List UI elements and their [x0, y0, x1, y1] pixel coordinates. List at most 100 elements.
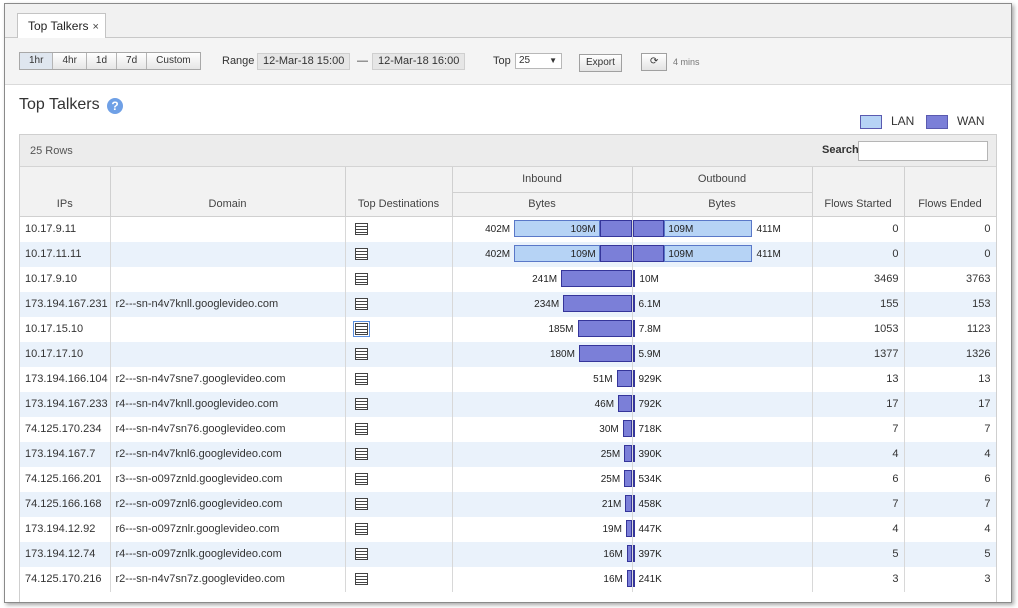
app-window: Top Talkers × 1hr 4hr 1d 7d Custom Range … — [4, 3, 1012, 603]
cell-flows-ended: 153 — [904, 291, 996, 317]
cell-top-destinations — [345, 216, 453, 242]
inbound-wan-bar — [563, 294, 631, 312]
cell-flows-started: 0 — [812, 216, 905, 242]
table-row[interactable]: 173.194.167.233 r4---sn-n4v7knll.googlevi… — [20, 391, 996, 417]
tab-top-talkers[interactable]: Top Talkers × — [17, 13, 106, 38]
cell-domain: r2---sn-o097znl6.googlevideo.com — [110, 491, 346, 517]
list-icon[interactable] — [354, 298, 368, 311]
cell-flows-ended: 17 — [904, 391, 996, 417]
export-button[interactable]: Export — [579, 54, 622, 72]
top-count-select[interactable]: 25 ▼ — [515, 53, 562, 69]
list-icon[interactable] — [354, 223, 368, 236]
cell-ip: 173.194.167.233 — [20, 391, 111, 417]
table-row[interactable]: 173.194.167.7 r2---sn-n4v7knl6.googlevide… — [20, 441, 996, 467]
refresh-button[interactable]: ⟳ — [641, 53, 668, 71]
range-button-custom[interactable]: Custom — [146, 53, 200, 69]
column-header-flows-started[interactable]: Flows Started — [812, 167, 905, 217]
range-button-7d[interactable]: 7d — [116, 53, 147, 69]
inbound-wan-bar — [626, 569, 631, 587]
table-row[interactable]: 173.194.166.104 r2---sn-n4v7sne7.googlevi… — [20, 366, 996, 392]
inbound-total-label: 402M — [485, 223, 511, 235]
table-row[interactable]: 10.17.9.11 109M 402M 109M 411M 0 0 — [20, 216, 996, 242]
list-icon[interactable] — [354, 448, 368, 461]
table-row[interactable]: 74.125.170.234 r4---sn-n4v7sn76.googlevid… — [20, 416, 996, 442]
list-icon[interactable] — [354, 548, 368, 561]
cell-ip: 10.17.11.11 — [20, 241, 111, 267]
table-row[interactable]: 10.17.11.11 109M 402M 109M 411M 0 0 — [20, 241, 996, 267]
cell-domain: r2---sn-n4v7knl6.googlevideo.com — [110, 441, 346, 467]
cell-outbound-bytes: 534K — [632, 466, 813, 492]
table-row[interactable]: 74.125.170.216 r2---sn-n4v7sn7z.googlevid… — [20, 566, 996, 592]
chevron-down-icon: ▼ — [549, 56, 557, 65]
column-header-flows-ended[interactable]: Flows Ended — [904, 167, 996, 217]
table-row[interactable]: 173.194.167.231 r2---sn-n4v7knll.googlevi… — [20, 291, 996, 317]
outbound-wan-bar — [632, 444, 635, 462]
cell-top-destinations — [345, 366, 453, 392]
table-row[interactable]: 74.125.166.201 r3---sn-o097znld.googlevid… — [20, 466, 996, 492]
cell-inbound-bytes: 185M — [452, 316, 633, 342]
search-input[interactable] — [858, 141, 988, 161]
list-icon[interactable] — [354, 373, 368, 386]
range-start-field[interactable]: 12-Mar-18 15:00 — [257, 53, 351, 70]
column-header-domain[interactable]: Domain — [110, 167, 346, 217]
legend-wan-swatch — [926, 115, 948, 129]
column-header-outbound-bytes[interactable]: Bytes — [632, 192, 813, 217]
column-header-top-destinations[interactable]: Top Destinations — [345, 167, 453, 217]
inbound-wan-bar — [624, 444, 631, 462]
inbound-wan-bar — [577, 319, 631, 337]
table-row[interactable]: 10.17.17.10 180M 5.9M 1377 1326 — [20, 341, 996, 367]
legend-lan-label: LAN — [891, 114, 915, 128]
table-row[interactable]: 74.125.166.168 r2---sn-o097znl6.googlevid… — [20, 491, 996, 517]
inbound-total-label: 25M — [600, 448, 621, 460]
inbound-wan-bar — [561, 269, 631, 287]
inbound-total-label: 46M — [594, 398, 615, 410]
outbound-total-label: 534K — [638, 473, 662, 485]
cell-domain: r2---sn-n4v7sne7.googlevideo.com — [110, 366, 346, 392]
list-icon[interactable] — [354, 248, 368, 261]
list-icon[interactable] — [354, 498, 368, 511]
cell-flows-ended: 4 — [904, 516, 996, 542]
cell-inbound-bytes: 46M — [452, 391, 633, 417]
cell-outbound-bytes: 6.1M — [632, 291, 813, 317]
cell-domain — [110, 341, 346, 367]
panel-header: 25 Rows Search — [20, 135, 996, 167]
outbound-total-label: 241K — [638, 573, 662, 585]
range-separator: — — [357, 55, 368, 67]
list-icon[interactable] — [354, 473, 368, 486]
table-row[interactable]: 173.194.12.74 r4---sn-o097znlk.googlevide… — [20, 541, 996, 567]
range-end-field[interactable]: 12-Mar-18 16:00 — [372, 53, 466, 70]
table-row[interactable]: 173.194.12.92 r6---sn-o097znlr.googlevide… — [20, 516, 996, 542]
cell-domain: r2---sn-n4v7sn7z.googlevideo.com — [110, 566, 346, 592]
outbound-wan-bar — [632, 344, 635, 362]
list-icon[interactable] — [354, 348, 368, 361]
column-header-ips[interactable]: IPs — [20, 167, 111, 217]
range-button-4hr[interactable]: 4hr — [52, 53, 86, 69]
list-icon[interactable] — [354, 573, 368, 586]
table-row[interactable]: 10.17.9.10 241M 10M 3469 3763 — [20, 266, 996, 292]
cell-domain — [110, 266, 346, 292]
page-title: Top Talkers — [19, 96, 100, 113]
outbound-total-label: 447K — [638, 523, 662, 535]
list-icon[interactable] — [354, 423, 368, 436]
range-button-1hr[interactable]: 1hr — [20, 53, 53, 69]
close-icon[interactable]: × — [92, 21, 98, 33]
inbound-wan-bar — [622, 419, 631, 437]
cell-outbound-bytes: 397K — [632, 541, 813, 567]
list-icon[interactable] — [354, 273, 368, 286]
outbound-wan-bar — [632, 269, 636, 287]
inbound-wan-bar — [625, 494, 631, 512]
cell-outbound-bytes: 10M — [632, 266, 813, 292]
range-button-1d[interactable]: 1d — [85, 53, 117, 69]
column-header-inbound-bytes[interactable]: Bytes — [452, 192, 633, 217]
list-icon[interactable] — [354, 523, 368, 536]
list-icon[interactable] — [352, 321, 370, 338]
inbound-wan-bar — [599, 219, 631, 237]
toolbar: 1hr 4hr 1d 7d Custom Range 12-Mar-18 15:… — [5, 38, 1011, 85]
cell-flows-started: 155 — [812, 291, 905, 317]
list-icon[interactable] — [354, 398, 368, 411]
time-range-buttons: 1hr 4hr 1d 7d Custom — [19, 52, 201, 70]
table-row[interactable]: 10.17.15.10 185M 7.8M 1053 1123 — [20, 316, 996, 342]
help-icon[interactable]: ? — [107, 98, 123, 114]
cell-top-destinations — [345, 466, 453, 492]
cell-ip: 173.194.167.231 — [20, 291, 111, 317]
